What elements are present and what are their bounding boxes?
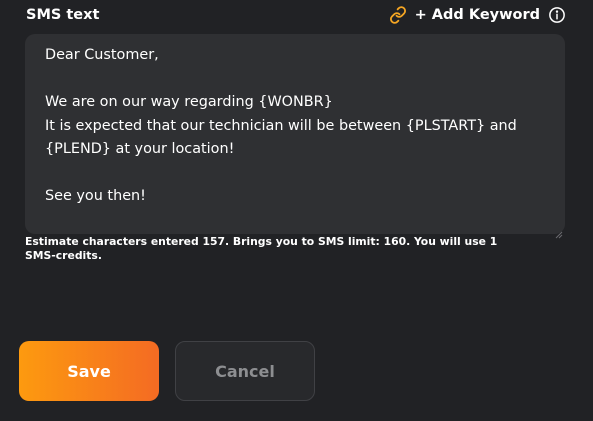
link-icon — [389, 6, 407, 24]
save-button[interactable]: Save — [19, 341, 159, 401]
sms-message-text: Dear Customer, We are on our way regardi… — [45, 47, 517, 204]
resize-handle[interactable] — [555, 224, 563, 239]
info-icon[interactable] — [548, 6, 566, 24]
add-keyword-button[interactable]: + Add Keyword — [389, 6, 566, 24]
sms-text-input[interactable]: Dear Customer, We are on our way regardi… — [25, 34, 565, 239]
cancel-button[interactable]: Cancel — [175, 341, 315, 401]
character-estimate: Estimate characters entered 157. Brings … — [25, 235, 498, 262]
sms-text-label: SMS text — [26, 7, 100, 23]
add-keyword-label: + Add Keyword — [414, 7, 540, 23]
